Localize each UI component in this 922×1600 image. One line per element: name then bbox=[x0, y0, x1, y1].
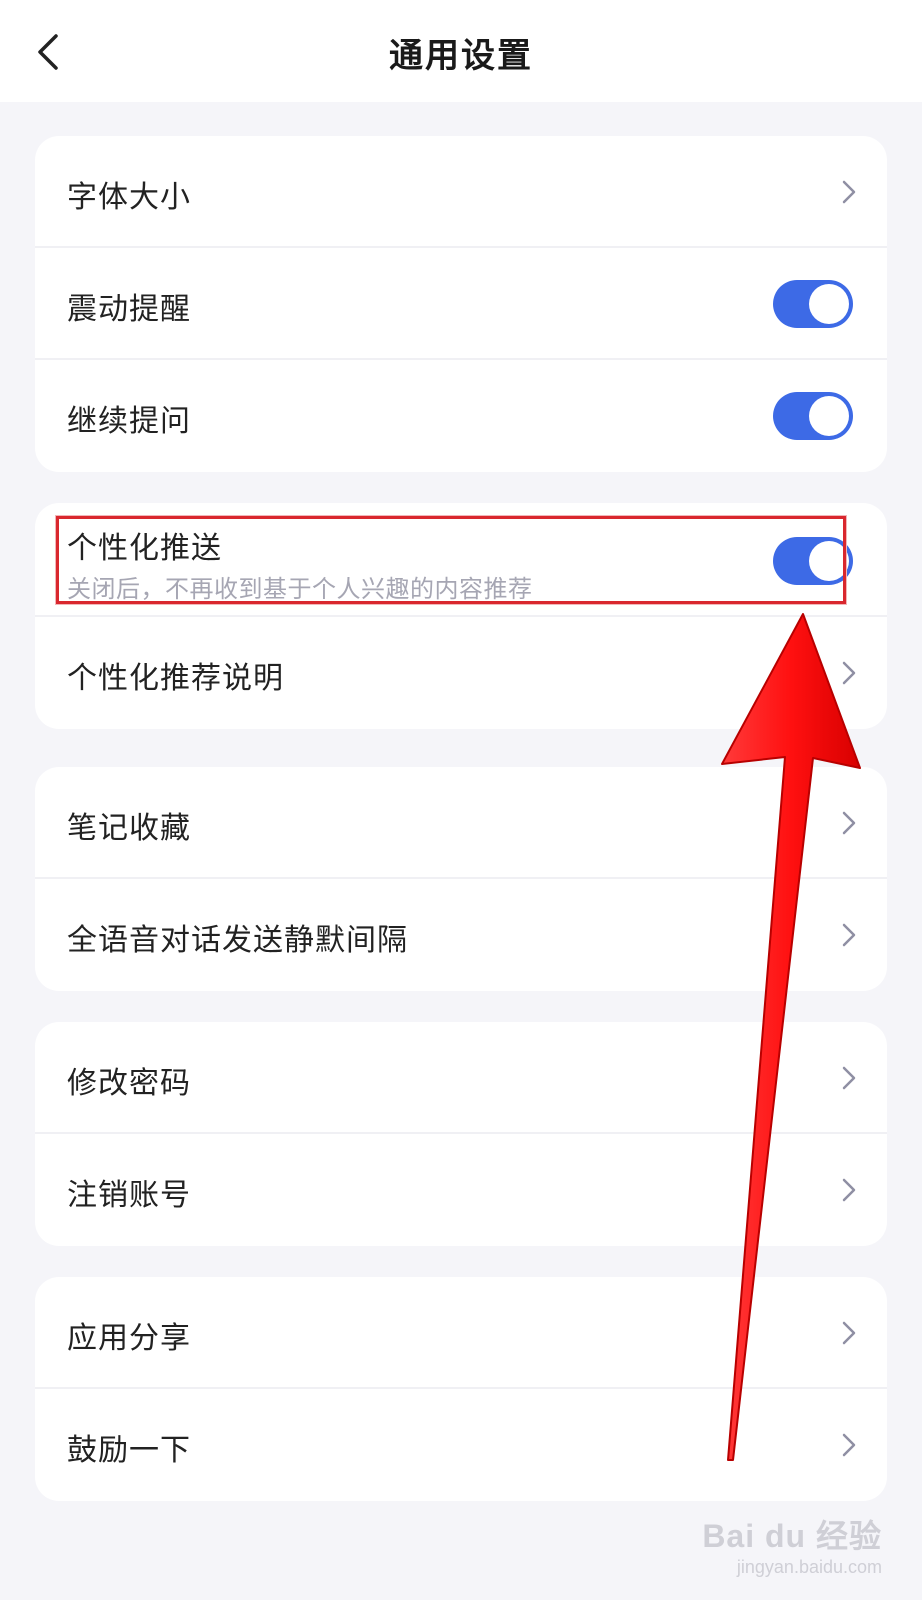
watermark-logo: Bai du 经验 bbox=[702, 1518, 882, 1554]
toggle-knob bbox=[809, 396, 849, 436]
personalized-explain-row[interactable]: 个性化推荐说明 bbox=[35, 617, 887, 729]
page-title: 通用设置 bbox=[389, 36, 533, 76]
change-password-label: 修改密码 bbox=[67, 1066, 191, 1101]
notes-label: 笔记收藏 bbox=[67, 811, 191, 846]
personalized-explain-label: 个性化推荐说明 bbox=[67, 661, 284, 696]
settings-group-share: 应用分享 鼓励一下 bbox=[35, 1277, 887, 1501]
chevron-right-icon bbox=[842, 1321, 856, 1345]
chevron-right-icon bbox=[842, 1178, 856, 1202]
chevron-right-icon bbox=[842, 923, 856, 947]
continue-ask-row: 继续提问 bbox=[35, 360, 887, 472]
top-bar: 通用设置 bbox=[0, 0, 922, 102]
voice-silence-row[interactable]: 全语音对话发送静默间隔 bbox=[35, 879, 887, 991]
personalized-push-description: 关闭后，不再收到基于个人兴趣的内容推荐 bbox=[67, 575, 533, 603]
personalized-push-toggle[interactable] bbox=[773, 537, 853, 585]
settings-group-conversation: 笔记收藏 全语音对话发送静默间隔 bbox=[35, 767, 887, 991]
vibration-row: 震动提醒 bbox=[35, 248, 887, 360]
encourage-row[interactable]: 鼓励一下 bbox=[35, 1389, 887, 1501]
continue-ask-toggle[interactable] bbox=[773, 392, 853, 440]
chevron-right-icon bbox=[842, 1066, 856, 1090]
share-app-label: 应用分享 bbox=[67, 1321, 191, 1356]
toggle-knob bbox=[809, 284, 849, 324]
encourage-label: 鼓励一下 bbox=[67, 1433, 191, 1468]
continue-ask-label: 继续提问 bbox=[67, 404, 191, 439]
toggle-knob bbox=[809, 541, 849, 581]
settings-group-personalization: 个性化推送 关闭后，不再收到基于个人兴趣的内容推荐 个性化推荐说明 bbox=[35, 503, 887, 729]
font-size-label: 字体大小 bbox=[67, 180, 191, 215]
chevron-right-icon bbox=[842, 661, 856, 685]
font-size-row[interactable]: 字体大小 bbox=[35, 136, 887, 248]
settings-group-account: 修改密码 注销账号 bbox=[35, 1022, 887, 1246]
notes-row[interactable]: 笔记收藏 bbox=[35, 767, 887, 879]
watermark: Bai du 经验 jingyan.baidu.com bbox=[702, 1511, 882, 1578]
delete-account-label: 注销账号 bbox=[67, 1178, 191, 1213]
personalized-push-label: 个性化推送 bbox=[67, 531, 222, 566]
chevron-right-icon bbox=[842, 811, 856, 835]
delete-account-row[interactable]: 注销账号 bbox=[35, 1134, 887, 1246]
chevron-right-icon bbox=[842, 1433, 856, 1457]
settings-group-display: 字体大小 震动提醒 继续提问 bbox=[35, 136, 887, 472]
chevron-right-icon bbox=[842, 180, 856, 204]
change-password-row[interactable]: 修改密码 bbox=[35, 1022, 887, 1134]
personalized-push-row: 个性化推送 关闭后，不再收到基于个人兴趣的内容推荐 bbox=[35, 503, 887, 617]
voice-silence-label: 全语音对话发送静默间隔 bbox=[67, 923, 408, 958]
share-app-row[interactable]: 应用分享 bbox=[35, 1277, 887, 1389]
vibration-toggle[interactable] bbox=[773, 280, 853, 328]
vibration-label: 震动提醒 bbox=[67, 292, 191, 327]
watermark-url: jingyan.baidu.com bbox=[736, 1557, 882, 1577]
